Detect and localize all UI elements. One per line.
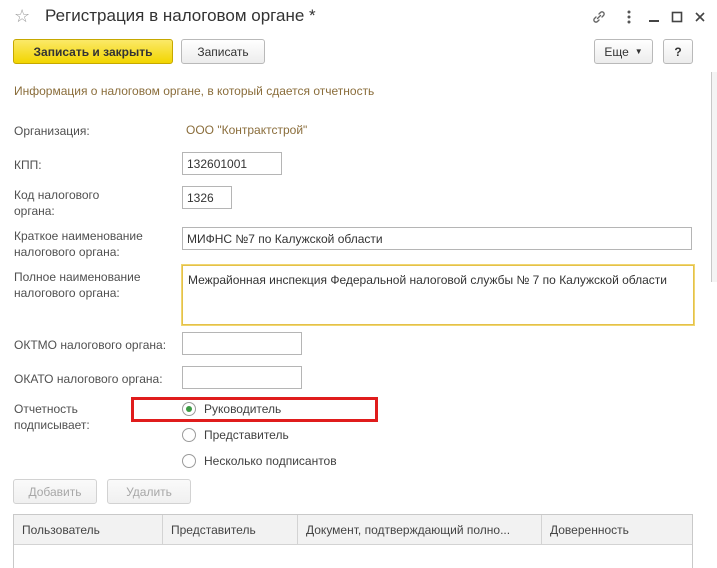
info-text: Информация о налоговом органе, в который… [14, 84, 375, 98]
full-name-label-line1: Полное наименование [14, 270, 141, 284]
radio-icon[interactable] [182, 428, 196, 442]
help-button[interactable]: ? [663, 39, 693, 64]
signer-label-line1: Отчетность [14, 402, 78, 416]
delete-button[interactable]: Удалить [107, 479, 191, 504]
full-name-label-line2: налогового органа: [14, 286, 120, 300]
dropdown-arrow-icon: ▼ [634, 47, 643, 56]
link-icon[interactable] [590, 8, 608, 26]
kpp-input[interactable]: 132601001 [182, 152, 282, 175]
signer-label: Отчетность подписывает: [14, 401, 90, 433]
signer-option-director[interactable]: Руководитель [182, 402, 281, 416]
full-name-label: Полное наименование налогового органа: [14, 269, 141, 301]
short-name-label: Краткое наименование налогового органа: [14, 228, 143, 260]
tax-code-label-line1: Код налогового [14, 188, 100, 202]
column-header-representative[interactable]: Представитель [163, 515, 298, 545]
oktmo-input[interactable] [182, 332, 302, 355]
column-header-user[interactable]: Пользователь [14, 515, 163, 545]
column-header-document[interactable]: Документ, подтверждающий полно... [298, 515, 542, 545]
kpp-label: КПП: [14, 158, 42, 172]
add-button[interactable]: Добавить [13, 479, 97, 504]
signer-option-multiple[interactable]: Несколько подписантов [182, 454, 337, 468]
tax-code-label-line2: органа: [14, 204, 55, 218]
title-bar: ☆ Регистрация в налоговом органе * [0, 0, 717, 34]
save-button[interactable]: Записать [181, 39, 265, 64]
signers-table[interactable]: Пользователь Представитель Документ, под… [13, 514, 693, 568]
signer-option-label: Представитель [204, 428, 289, 442]
organization-label: Организация: [14, 124, 90, 138]
save-and-close-button[interactable]: Записать и закрыть [13, 39, 173, 64]
signer-label-line2: подписывает: [14, 418, 90, 432]
short-name-label-line1: Краткое наименование [14, 229, 143, 243]
star-icon[interactable]: ☆ [14, 6, 30, 26]
close-icon[interactable] [691, 8, 709, 26]
more-actions-button[interactable]: Еще ▼ [594, 39, 653, 64]
minimize-icon[interactable] [645, 8, 663, 26]
full-name-textarea[interactable]: Межрайонная инспекция Федеральной налого… [182, 265, 694, 325]
signer-option-label: Несколько подписантов [204, 454, 337, 468]
maximize-icon[interactable] [668, 8, 686, 26]
column-header-power-of-attorney[interactable]: Доверенность [542, 515, 692, 545]
okato-input[interactable] [182, 366, 302, 389]
radio-checked-icon[interactable] [182, 402, 196, 416]
oktmo-label: ОКТМО налогового органа: [14, 338, 167, 352]
short-name-label-line2: налогового органа: [14, 245, 120, 259]
tax-code-input[interactable]: 1326 [182, 186, 232, 209]
tax-code-label: Код налогового органа: [14, 187, 99, 219]
radio-icon[interactable] [182, 454, 196, 468]
more-actions-label: Еще [604, 44, 629, 59]
table-header: Пользователь Представитель Документ, под… [14, 515, 692, 545]
window-title: Регистрация в налоговом органе * [45, 6, 316, 25]
more-icon[interactable] [620, 8, 638, 26]
short-name-input[interactable]: МИФНС №7 по Калужской области [182, 227, 692, 250]
signer-option-representative[interactable]: Представитель [182, 428, 289, 442]
okato-label: ОКАТО налогового органа: [14, 372, 163, 386]
signer-option-label: Руководитель [204, 402, 282, 416]
side-panel-edge [711, 72, 717, 282]
organization-link[interactable]: ООО "Контрактстрой" [186, 123, 307, 137]
